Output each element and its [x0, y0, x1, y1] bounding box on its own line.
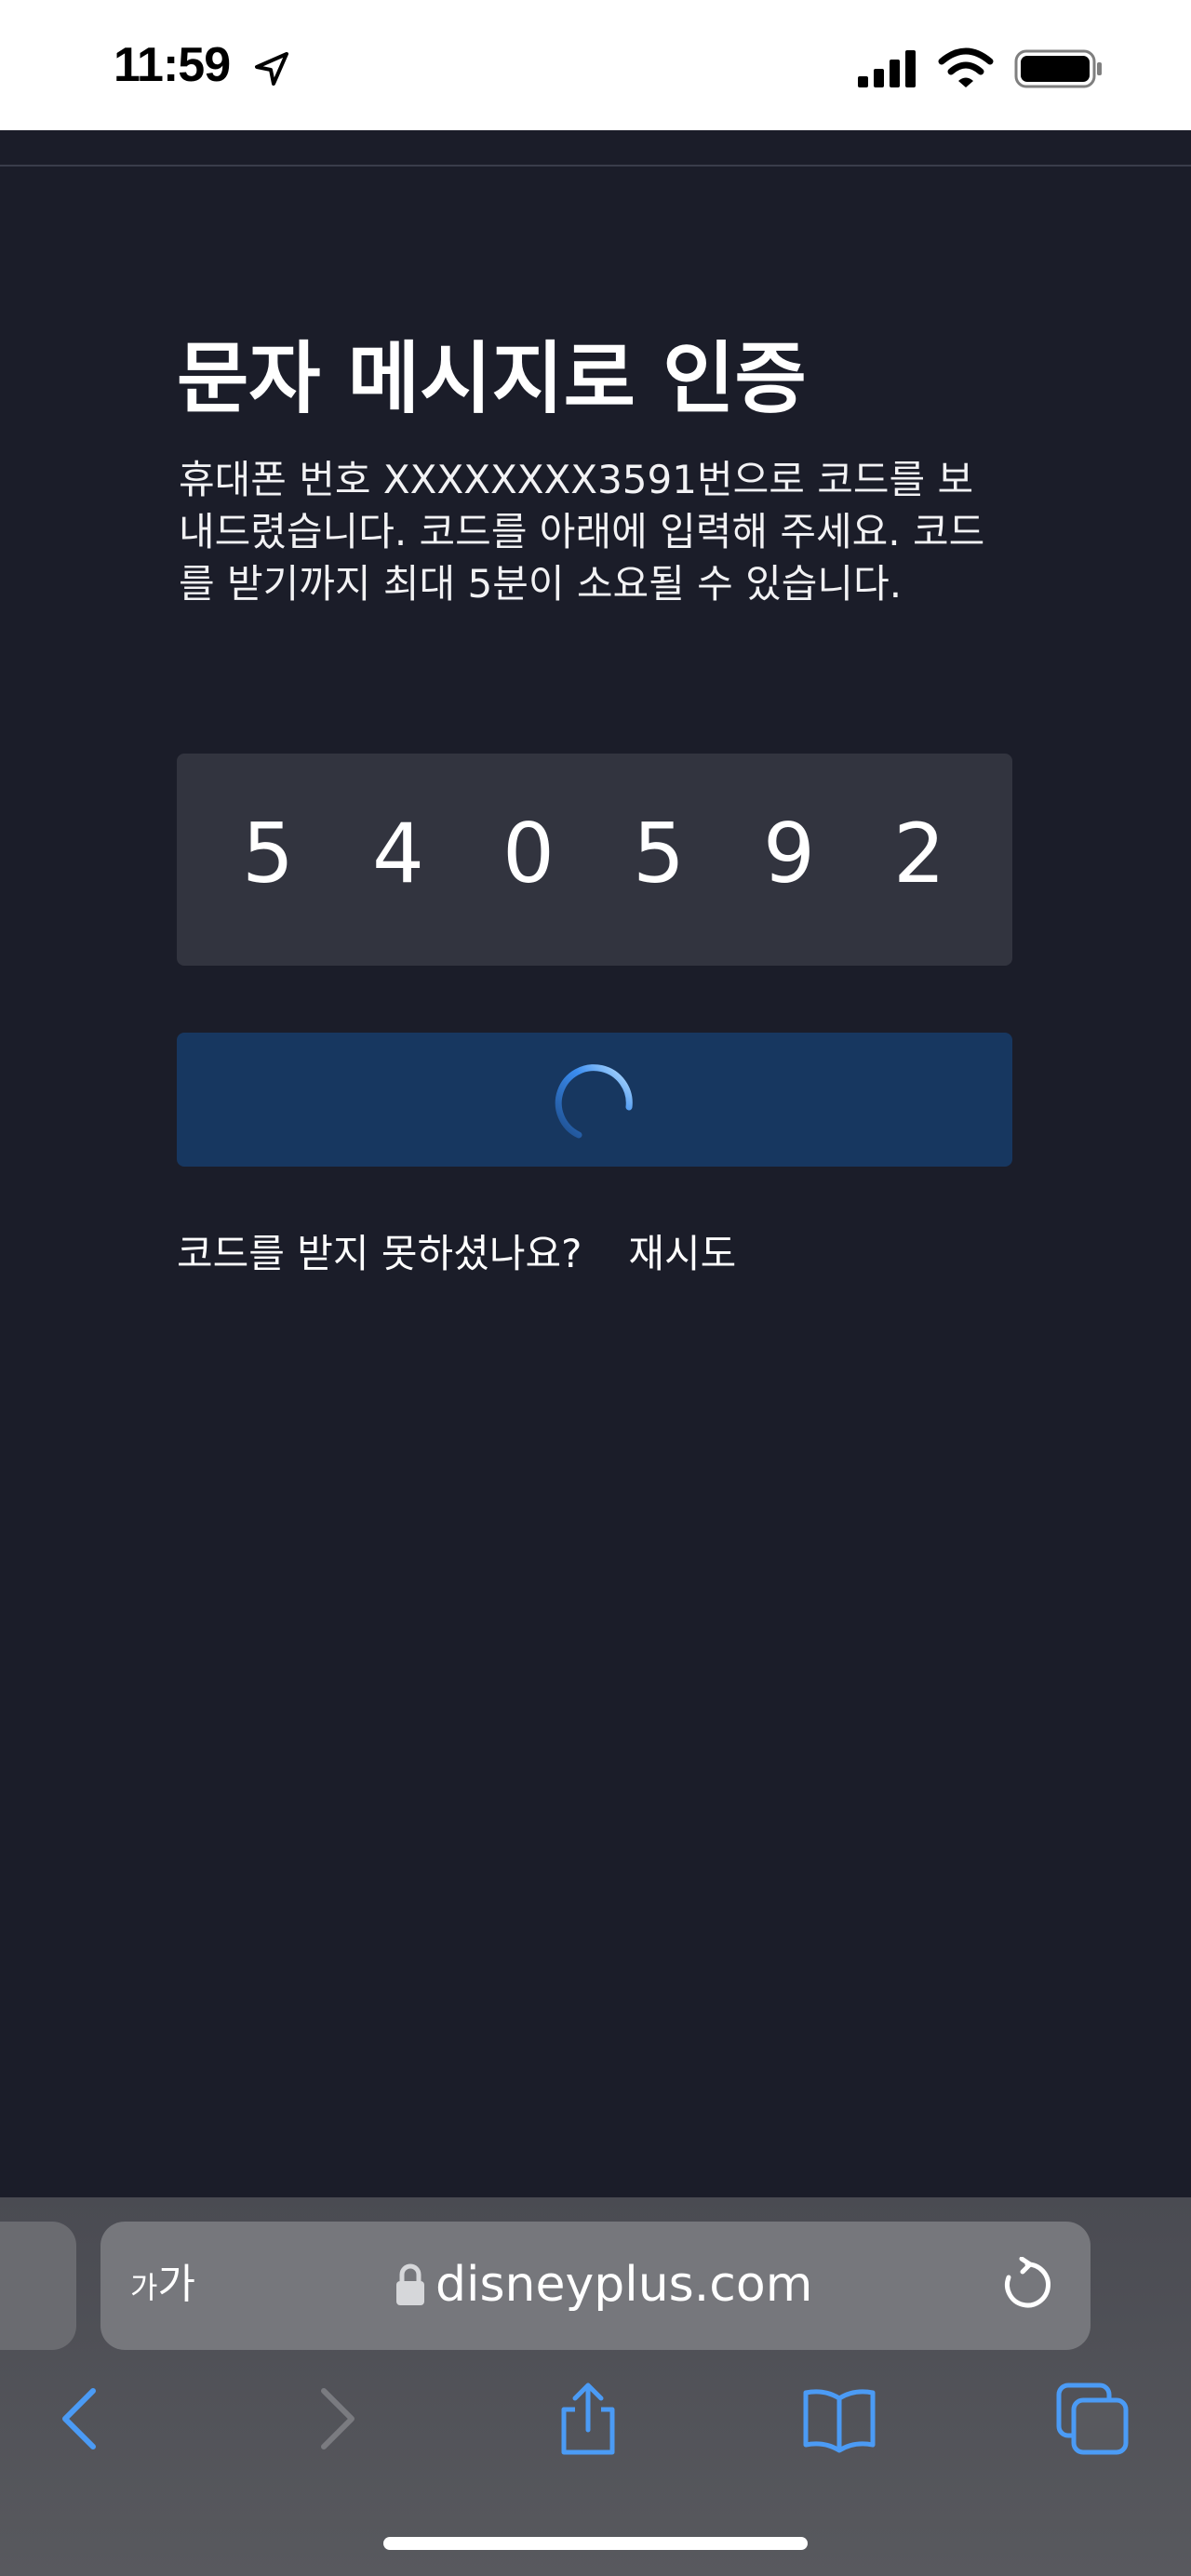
url-text[interactable]: disneyplus.com [435, 2249, 812, 2320]
verification-description: 휴대폰 번호 XXXXXXXX3591번으로 코드를 보내드렸습니다. 코드를 … [179, 457, 985, 607]
resend-prompt: 코드를 받지 못하셨나요? [177, 1231, 582, 1276]
share-icon[interactable] [551, 2382, 625, 2456]
signal-icon [858, 50, 916, 87]
resend-row: 코드를 받지 못하셨나요? 재시도 [177, 1226, 736, 1282]
code-digit-5[interactable]: 9 [752, 798, 826, 910]
code-digit-2[interactable]: 4 [361, 798, 435, 910]
previous-tab-preview[interactable] [0, 2222, 76, 2350]
code-digit-3[interactable]: 0 [491, 798, 566, 910]
forward-icon[interactable] [300, 2382, 374, 2456]
status-time: 11:59 [114, 38, 231, 92]
page-title: 문자 메시지로 인증 [177, 333, 807, 424]
submit-button[interactable] [177, 1033, 1012, 1167]
lock-icon [396, 2263, 424, 2305]
bookmarks-icon[interactable] [802, 2382, 877, 2456]
home-indicator [383, 2537, 808, 2550]
back-icon[interactable] [43, 2382, 117, 2456]
tabs-icon[interactable] [1055, 2382, 1130, 2456]
verification-code-input[interactable]: 5 4 0 5 9 2 [177, 754, 1012, 966]
header-divider [0, 165, 1191, 167]
status-bar: 11:59 [0, 0, 1191, 130]
code-digit-6[interactable]: 2 [882, 798, 957, 910]
address-bar[interactable]: 가가 disneyplus.com [100, 2222, 1091, 2350]
location-arrow-icon [255, 52, 288, 86]
retry-link[interactable]: 재시도 [628, 1231, 736, 1276]
spinner-icon [555, 1064, 633, 1139]
code-digit-4[interactable]: 5 [622, 798, 696, 910]
battery-icon [1014, 49, 1102, 88]
reload-icon[interactable] [999, 2257, 1055, 2313]
wifi-icon [938, 47, 994, 87]
text-size-button[interactable]: 가가 [130, 2257, 195, 2316]
code-digit-1[interactable]: 5 [231, 798, 305, 910]
